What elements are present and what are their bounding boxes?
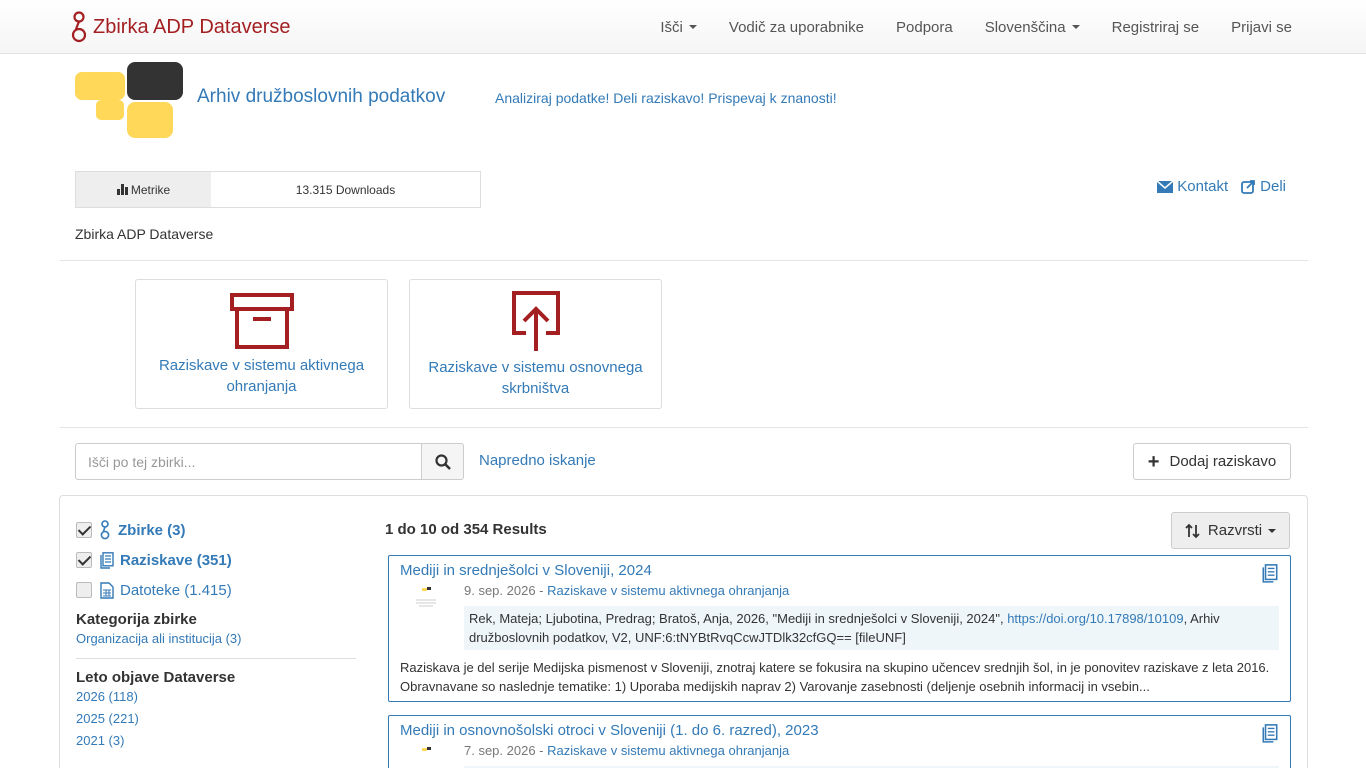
add-dataset-button[interactable]: + Dodaj raziskavo bbox=[1133, 443, 1291, 480]
result-title-link[interactable]: Mediji in srednješolci v Sloveniji, 2024 bbox=[400, 562, 652, 579]
downloads-count: 13.315 Downloads bbox=[295, 182, 396, 197]
archive-title[interactable]: Arhiv družboslovnih podatkov bbox=[197, 86, 445, 108]
result-meta: 7. sep. 2026 - Raziskave v sistemu aktiv… bbox=[464, 743, 790, 758]
card-basic-custody[interactable]: Raziskave v sistemu osnovnega skrbništva bbox=[409, 279, 662, 409]
card-active-label: Raziskave v sistemu aktivnega ohranjanja bbox=[158, 357, 365, 395]
facet-link[interactable]: 2021 (3) bbox=[76, 730, 356, 752]
caret-down-icon bbox=[1071, 25, 1080, 29]
nav-language-label: Slovenščina bbox=[984, 18, 1066, 36]
facet-link[interactable]: Organizacija ali institucija (3) bbox=[76, 628, 356, 650]
result-date: 9. sep. 2026 bbox=[464, 583, 536, 598]
dataset-doc-icon bbox=[100, 551, 114, 569]
contact-button[interactable]: Kontakt bbox=[1157, 178, 1228, 195]
file-table-icon bbox=[100, 581, 114, 599]
card-active-preservation[interactable]: Raziskave v sistemu aktivnega ohranjanja bbox=[135, 279, 388, 409]
advanced-search-link[interactable]: Napredno iskanje bbox=[479, 452, 596, 469]
checkbox-files[interactable] bbox=[76, 582, 92, 598]
dataverse-icon bbox=[100, 520, 112, 540]
search-input[interactable] bbox=[75, 443, 422, 480]
breadcrumb: Zbirka ADP Dataverse bbox=[75, 226, 214, 242]
share-icon bbox=[1241, 180, 1256, 194]
nav-login[interactable]: Prijavi se bbox=[1215, 0, 1308, 54]
nav-language-dropdown[interactable]: Slovenščina bbox=[969, 0, 1096, 54]
result-date: 7. sep. 2026 bbox=[464, 743, 536, 758]
dataset-doc-icon bbox=[1262, 724, 1278, 743]
sort-icon bbox=[1185, 523, 1201, 539]
archive-tagline[interactable]: Analiziraj podatke! Deli raziskavo! Pris… bbox=[495, 90, 837, 106]
envelope-icon bbox=[1157, 180, 1174, 193]
facet-group-title: Leto objave Dataverse bbox=[76, 669, 236, 686]
result-citation: Rek, Mateja; Ljubotina, Predrag; Bratoš,… bbox=[464, 606, 1279, 650]
facet-link[interactable]: 2026 (118) bbox=[76, 686, 356, 708]
card-basic-label: Raziskave v sistemu osnovnega skrbništva bbox=[428, 359, 643, 397]
search-box bbox=[75, 443, 464, 480]
divider bbox=[60, 427, 1308, 428]
brand-link[interactable]: Zbirka ADP Dataverse bbox=[70, 10, 291, 44]
add-dataset-label: Dodaj raziskavo bbox=[1169, 453, 1277, 470]
facet-group-title: Kategorija zbirke bbox=[76, 611, 197, 628]
facet-files-label: Datoteke (1.415) bbox=[120, 581, 232, 599]
citation-doi-link[interactable]: https://doi.org/10.17898/10109 bbox=[1007, 611, 1183, 626]
facet-sidebar: Zbirke (3) Raziskave (351) Datoteke (1.4… bbox=[76, 515, 356, 752]
result-card: Mediji in osnovnošolski otroci v Sloveni… bbox=[388, 715, 1291, 768]
share-label: Deli bbox=[1260, 178, 1286, 195]
dataset-doc-icon bbox=[1262, 564, 1278, 583]
facet-link[interactable]: 2025 (221) bbox=[76, 708, 356, 730]
archive-box-icon bbox=[229, 293, 294, 349]
adp-logo-icon[interactable] bbox=[75, 62, 183, 138]
plus-icon: + bbox=[1147, 450, 1160, 473]
nav-search-dropdown[interactable]: Išči bbox=[644, 0, 713, 54]
citation-text: Rek, Mateja; Ljubotina, Predrag; Bratoš,… bbox=[469, 611, 1008, 626]
upload-box-icon bbox=[511, 291, 560, 351]
metrics-box: Metrike 13.315 Downloads bbox=[75, 171, 481, 208]
checkbox-datasets[interactable] bbox=[76, 552, 92, 568]
facet-collections-label: Zbirke (3) bbox=[118, 521, 186, 539]
facet-type-datasets[interactable]: Raziskave (351) bbox=[76, 545, 356, 575]
facet-datasets-label: Raziskave (351) bbox=[120, 551, 232, 569]
nav-search-label: Išči bbox=[660, 18, 683, 36]
dataverse-logo-icon bbox=[71, 11, 87, 43]
contact-share-actions: Kontakt Deli bbox=[1157, 178, 1286, 195]
nav-user-guide[interactable]: Vodič za uporabnike bbox=[713, 0, 880, 54]
sort-label: Razvrsti bbox=[1207, 522, 1263, 539]
nav-register[interactable]: Registriraj se bbox=[1096, 0, 1216, 54]
result-title-link[interactable]: Mediji in osnovnošolski otroci v Sloveni… bbox=[400, 722, 819, 739]
divider bbox=[76, 658, 356, 659]
bar-chart-icon bbox=[116, 184, 128, 195]
facet-type-files[interactable]: Datoteke (1.415) bbox=[76, 575, 356, 605]
metrics-label: Metrike bbox=[76, 172, 211, 207]
top-navbar: Zbirka ADP Dataverse Išči Vodič za upora… bbox=[0, 0, 1366, 54]
result-collection-link[interactable]: Raziskave v sistemu aktivnega ohranjanja bbox=[547, 583, 789, 598]
metrics-label-text: Metrike bbox=[130, 182, 171, 197]
facet-type-collections[interactable]: Zbirke (3) bbox=[76, 515, 356, 545]
result-meta: 9. sep. 2026 - Raziskave v sistemu aktiv… bbox=[464, 583, 790, 598]
caret-down-icon bbox=[688, 25, 697, 29]
result-card: Mediji in srednješolci v Sloveniji, 2024… bbox=[388, 555, 1291, 702]
result-description: Raziskava je del serije Medijska pismeno… bbox=[400, 660, 1270, 694]
share-button[interactable]: Deli bbox=[1241, 178, 1286, 195]
checkbox-collections[interactable] bbox=[76, 522, 92, 538]
dataset-thumbnail-icon bbox=[416, 587, 436, 607]
brand-title: Zbirka ADP Dataverse bbox=[93, 15, 291, 38]
contact-label: Kontakt bbox=[1177, 178, 1229, 195]
nav-support[interactable]: Podpora bbox=[880, 0, 969, 54]
search-button[interactable] bbox=[422, 443, 464, 480]
search-icon bbox=[434, 453, 451, 470]
dataset-thumbnail-icon bbox=[422, 747, 431, 751]
caret-down-icon bbox=[1268, 528, 1277, 533]
sort-dropdown[interactable]: Razvrsti bbox=[1171, 512, 1290, 549]
divider bbox=[60, 260, 1308, 261]
nav-menu: Išči Vodič za uporabnike Podpora Slovenš… bbox=[644, 0, 1308, 54]
result-collection-link[interactable]: Raziskave v sistemu aktivnega ohranjanja bbox=[547, 743, 789, 758]
results-count: 1 do 10 od 354 Results bbox=[385, 521, 547, 538]
